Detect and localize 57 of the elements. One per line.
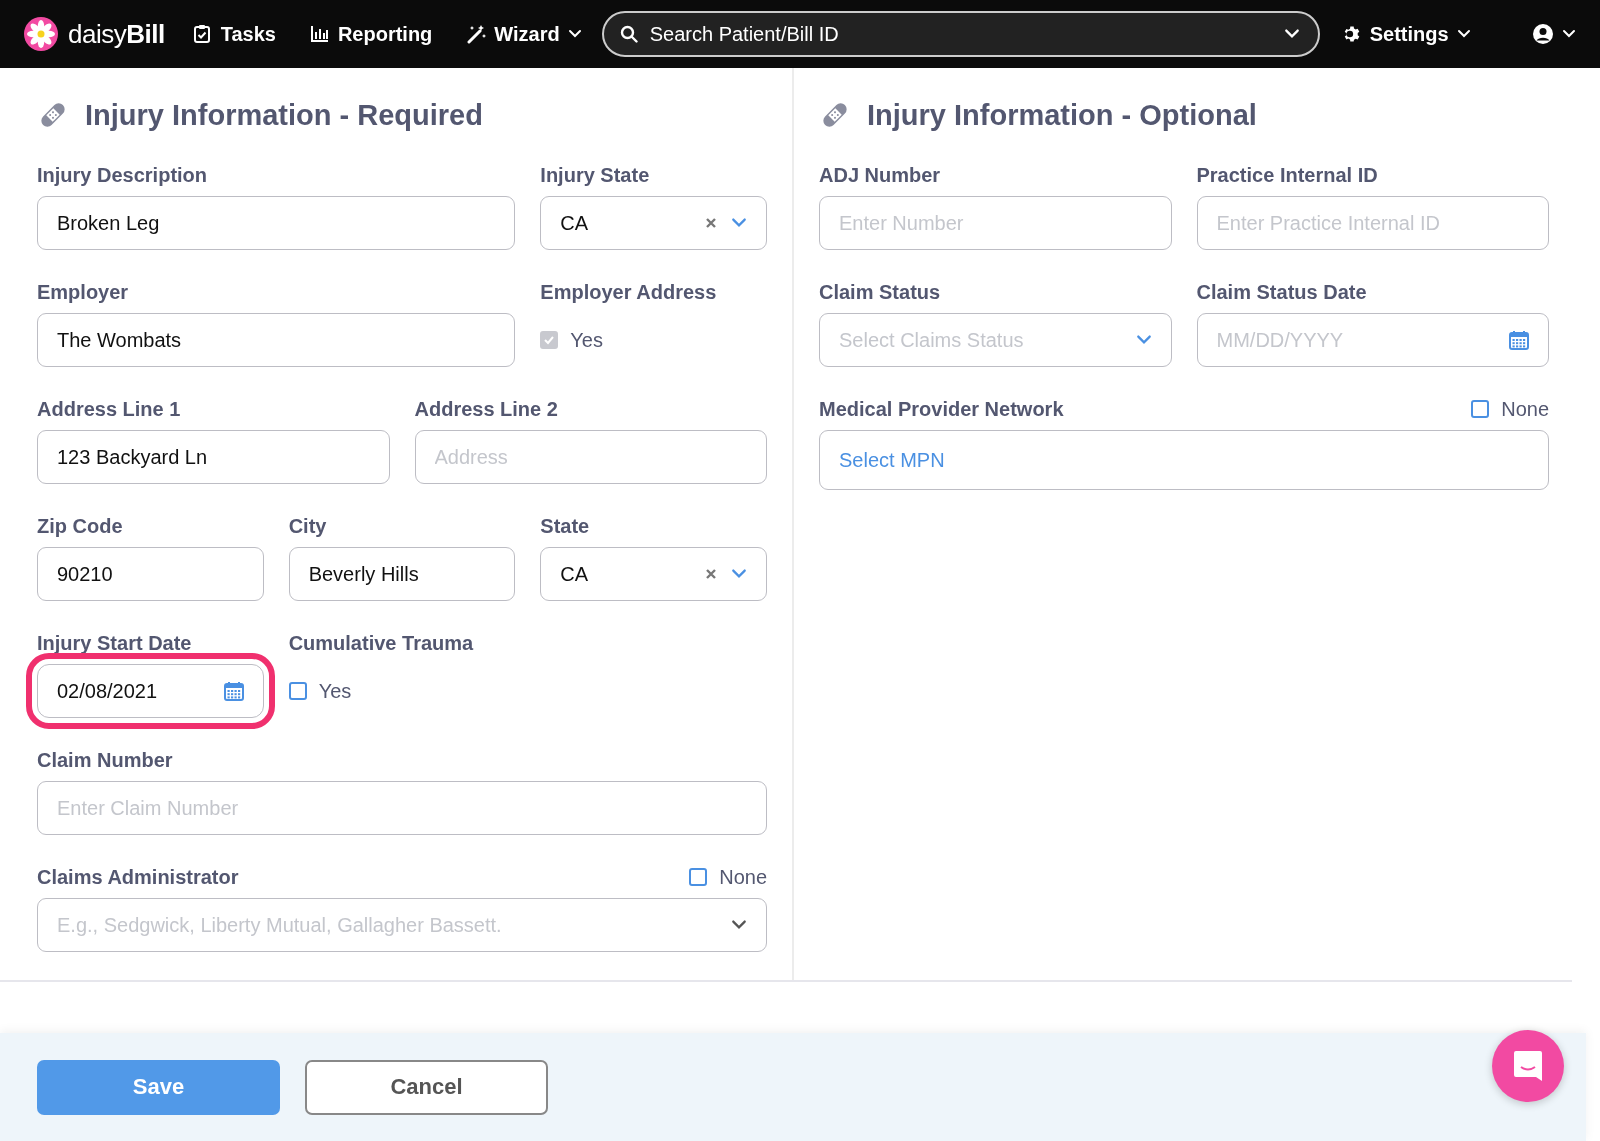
input-field[interactable]: Beverly Hills — [288, 547, 516, 601]
field-label: Claim Status — [819, 280, 941, 304]
logo-text: daisyBill — [68, 18, 165, 50]
field-label: Zip Code — [37, 514, 123, 538]
search-icon — [619, 25, 638, 43]
select-field[interactable]: CA — [540, 196, 767, 250]
field-label: City — [288, 514, 327, 538]
field-label: Cumulative Trauma — [288, 631, 474, 655]
field-label: Claim Status Date — [1196, 280, 1367, 304]
checkbox-label: None — [1501, 397, 1549, 421]
field-label: Address Line 2 — [414, 397, 558, 421]
clipboard-icon — [192, 24, 213, 44]
input-field[interactable]: Enter Claim Number — [37, 781, 767, 835]
input-field[interactable]: 123 Backyard Ln — [37, 430, 390, 484]
input-field[interactable]: Enter Practice Internal ID — [1196, 196, 1549, 250]
field-label: Injury Start Date — [37, 631, 192, 655]
nav-menu[interactable]: Wizard — [466, 22, 582, 46]
field-label: Employer Address — [540, 280, 717, 304]
checkbox[interactable] — [288, 682, 307, 700]
field-label: Practice Internal ID — [1196, 163, 1378, 187]
search-field[interactable]: Search Patient/Bill ID — [601, 11, 1320, 57]
flower-logo-icon — [24, 17, 58, 51]
field-label: State — [540, 514, 590, 538]
checkbox[interactable] — [1471, 400, 1490, 418]
clear-icon — [705, 217, 717, 229]
field-label: Medical Provider Network — [819, 397, 1064, 421]
chat-bubble-icon — [1513, 1050, 1543, 1082]
input-field[interactable]: Broken Leg — [37, 196, 516, 250]
checkbox[interactable] — [689, 868, 708, 886]
nav-link[interactable]: Tasks — [192, 22, 276, 46]
checkbox-label: None — [719, 865, 767, 889]
field-label: Employer — [37, 280, 129, 304]
input-field[interactable]: Address — [414, 430, 767, 484]
calendar-icon — [223, 681, 244, 701]
checkbox-label: Yes — [570, 328, 603, 352]
settings-menu[interactable]: Settings — [1341, 22, 1471, 46]
magic-wand-icon — [466, 24, 487, 44]
user-menu[interactable] — [1532, 23, 1576, 45]
input-field[interactable]: 90210 — [37, 547, 264, 601]
calendar-icon — [1509, 330, 1529, 350]
section-title: Injury Information - Optional — [867, 98, 1257, 132]
field-label: Injury Description — [37, 163, 208, 187]
user-avatar-icon — [1532, 23, 1554, 45]
checkbox-label: Yes — [318, 679, 352, 703]
bar-chart-icon — [309, 24, 330, 44]
field-label: Injury State — [540, 163, 650, 187]
field-label: Claims Administrator — [37, 865, 239, 889]
field-label: Claim Number — [37, 748, 173, 772]
field-label: ADJ Number — [819, 163, 941, 187]
nav-link[interactable]: Reporting — [309, 22, 433, 46]
clear-icon — [705, 568, 717, 580]
input-field[interactable]: The Wombats — [37, 313, 516, 367]
section-title: Injury Information - Required — [85, 98, 483, 132]
field-label: Address Line 1 — [37, 397, 181, 421]
input-field[interactable]: Enter Number — [819, 196, 1172, 250]
select-field[interactable]: CA — [540, 547, 767, 601]
cancel-button[interactable]: Cancel — [305, 1059, 548, 1115]
